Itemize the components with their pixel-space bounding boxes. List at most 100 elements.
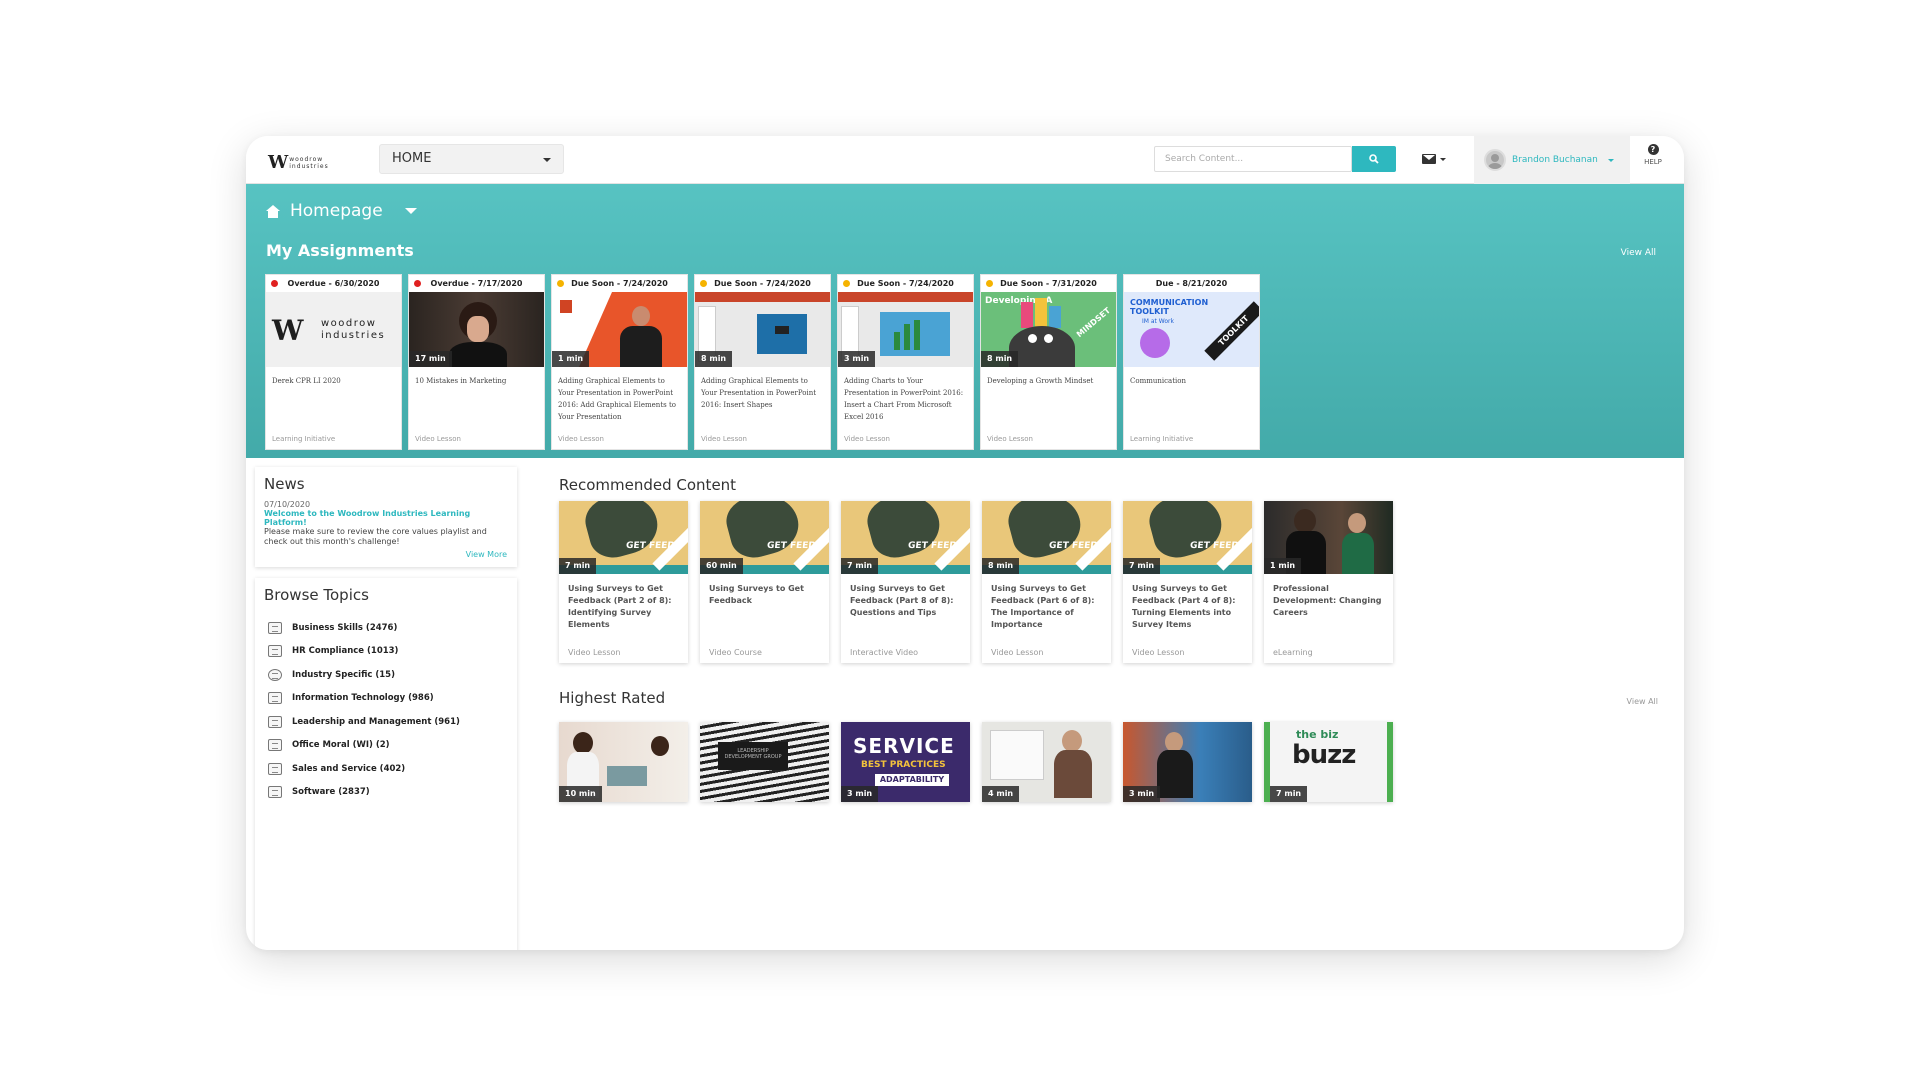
- news-view-more-link[interactable]: View More: [466, 550, 507, 559]
- content-card[interactable]: GET FEEDB 7 min Using Surveys to Get Feed…: [559, 501, 688, 663]
- counter: [607, 766, 647, 786]
- due-label: Due Soon - 7/31/2020: [981, 275, 1116, 292]
- person-body: [1054, 750, 1092, 798]
- search-icon: [1369, 154, 1379, 164]
- register-icon: [268, 762, 282, 775]
- topic-item[interactable]: Leadership and Management (961): [264, 710, 508, 734]
- avatar: [1484, 149, 1506, 171]
- content-card[interactable]: GET FEEDB 7 min Using Surveys to Get Feed…: [841, 501, 970, 663]
- assignment-card[interactable]: Due Soon - 7/24/2020 8 min Adding Graphi…: [694, 274, 831, 450]
- chart-bar: [914, 320, 920, 350]
- thumbnail: W woodrow industries: [266, 292, 401, 367]
- content-card[interactable]: the biz buzz 7 min: [1264, 722, 1393, 802]
- thumbnail: 1 min: [1264, 501, 1393, 574]
- presenter-face: [632, 306, 650, 326]
- content-card[interactable]: GET FEEDB 8 min Using Surveys to Get Feed…: [982, 501, 1111, 663]
- messages-menu[interactable]: [1422, 154, 1446, 164]
- assignment-cards: Overdue - 6/30/2020 W woodrow industries…: [265, 274, 1260, 450]
- team-icon: [268, 715, 282, 728]
- thumbnail: 3 min: [838, 292, 973, 367]
- content-card[interactable]: 3 min: [1123, 722, 1252, 802]
- assignment-card[interactable]: Due - 8/21/2020 COMMUNICATION TOOLKIT IM…: [1123, 274, 1260, 450]
- topic-item[interactable]: HR Compliance (1013): [264, 640, 508, 664]
- browse-topics-panel: Browse Topics Business Skills (2476) HR …: [255, 578, 517, 950]
- duration-badge: 3 min: [838, 351, 876, 367]
- duration-badge: 8 min: [981, 351, 1019, 367]
- highest-rated-cards: 10 min LEADERSHIP DEVELOPMENT GROUP SERV…: [559, 722, 1393, 802]
- thumbnail: GET FEEDB 7 min: [1123, 501, 1252, 574]
- nav-select[interactable]: HOME: [379, 144, 564, 174]
- assignment-card[interactable]: Due Soon - 7/24/2020 3 min Adding Charts…: [837, 274, 974, 450]
- thumbnail: Developing A MINDSET 8 min: [981, 292, 1116, 367]
- content-type: Video Lesson: [568, 648, 621, 657]
- person-head: [1165, 732, 1183, 752]
- thumbnail: 1 min: [552, 292, 687, 367]
- page-title[interactable]: Homepage: [266, 201, 417, 221]
- duration-badge: 17 min: [409, 351, 452, 367]
- topic-item[interactable]: Business Skills (2476): [264, 616, 508, 640]
- topic-item[interactable]: Sales and Service (402): [264, 757, 508, 781]
- status-dot: [843, 280, 850, 287]
- powerpoint-icon: [560, 300, 572, 313]
- thumb-caption: ADAPTABILITY: [875, 774, 949, 786]
- assignment-card[interactable]: Due Soon - 7/24/2020 1 min Adding Graphi…: [551, 274, 688, 450]
- content-title: Using Surveys to Get Feedback (Part 8 of…: [850, 584, 954, 617]
- due-text: Due Soon - 7/24/2020: [857, 279, 954, 288]
- assignments-view-all-link[interactable]: View All: [1621, 248, 1656, 258]
- search-input[interactable]: Search Content...: [1154, 146, 1352, 172]
- topic-item[interactable]: Software (2837): [264, 781, 508, 805]
- status-dot: [414, 280, 421, 287]
- app-window: W woodrow industries HOME Search Content…: [246, 136, 1684, 950]
- content-type: eLearning: [1273, 648, 1313, 657]
- assignment-type: Learning Initiative: [272, 435, 336, 443]
- slide-image: [775, 326, 789, 334]
- assignment-card[interactable]: Due Soon - 7/31/2020 Developing A MINDSE…: [980, 274, 1117, 450]
- duration-badge: 7 min: [1270, 786, 1308, 802]
- envelope-icon: [1422, 154, 1436, 164]
- assignment-title: Adding Graphical Elements to Your Presen…: [701, 377, 817, 409]
- content-card[interactable]: LEADERSHIP DEVELOPMENT GROUP: [700, 722, 829, 802]
- topic-item[interactable]: Office Moral (WI) (2): [264, 734, 508, 758]
- topic-label: Information Technology (986): [292, 693, 434, 704]
- briefcase-icon: [268, 621, 282, 634]
- content-card[interactable]: 1 min Professional Development: Changing…: [1264, 501, 1393, 663]
- help-button[interactable]: ? HELP: [1638, 144, 1668, 166]
- due-text: Due Soon - 7/24/2020: [714, 279, 811, 288]
- presenter-body: [620, 326, 662, 367]
- logo-wordmark: woodrow industries: [289, 156, 329, 170]
- content-card[interactable]: 4 min: [982, 722, 1111, 802]
- news-date: 07/10/2020: [264, 500, 311, 509]
- woodrow-wordmark: woodrow industries: [321, 318, 385, 342]
- content-card[interactable]: SERVICE BEST PRACTICES ADAPTABILITY 3 mi…: [841, 722, 970, 802]
- thumb-caption: buzz: [1292, 740, 1356, 770]
- logo[interactable]: W woodrow industries: [268, 152, 329, 173]
- browse-title: Browse Topics: [264, 586, 369, 604]
- content-type: Video Lesson: [991, 648, 1044, 657]
- search-button[interactable]: [1352, 146, 1396, 172]
- content-card[interactable]: GET FEEDB 60 min Using Surveys to Get Fee…: [700, 501, 829, 663]
- highest-rated-view-all-link[interactable]: View All: [1627, 697, 1658, 706]
- woodrow-logo: W: [272, 314, 304, 347]
- chart-bar: [894, 332, 900, 350]
- search-placeholder: Search Content...: [1165, 154, 1244, 164]
- assignments-title: My Assignments: [266, 241, 414, 260]
- news-headline[interactable]: Welcome to the Woodrow Industries Learni…: [264, 509, 508, 527]
- person-head: [1348, 513, 1366, 533]
- edit-icon: [268, 739, 282, 752]
- wordmark-line1: woodrow: [321, 318, 377, 329]
- content-card[interactable]: 10 min: [559, 722, 688, 802]
- due-label: Due - 8/21/2020: [1124, 275, 1259, 292]
- topic-item[interactable]: Industry Specific (15): [264, 663, 508, 687]
- bar-shape: [1035, 298, 1047, 328]
- topic-item[interactable]: Information Technology (986): [264, 687, 508, 711]
- help-label: HELP: [1644, 158, 1662, 166]
- assignment-card[interactable]: Overdue - 6/30/2020 W woodrow industries…: [265, 274, 402, 450]
- assignment-card[interactable]: Overdue - 7/17/2020 17 min 10 Mistakes i…: [408, 274, 545, 450]
- content-card[interactable]: GET FEEDB 7 min Using Surveys to Get Feed…: [1123, 501, 1252, 663]
- logo-line1: woodrow: [289, 155, 324, 163]
- user-menu[interactable]: Brandon Buchanan: [1474, 136, 1630, 184]
- highest-rated-title: Highest Rated: [559, 689, 666, 707]
- duration-badge: 3 min: [841, 786, 879, 802]
- top-bar: W woodrow industries HOME Search Content…: [246, 136, 1684, 184]
- assignment-title: Adding Charts to Your Presentation in Po…: [844, 377, 964, 421]
